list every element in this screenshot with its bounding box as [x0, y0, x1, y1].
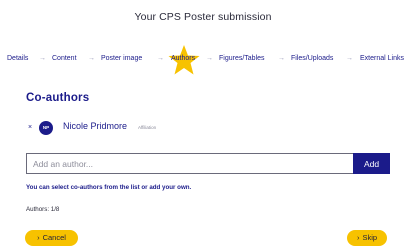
page-title: Your CPS Poster submission [134, 11, 272, 23]
section-title: Co-authors [26, 92, 90, 104]
co-author-hint: You can select co-authors from the list … [26, 184, 192, 191]
avatar: NP [39, 121, 53, 135]
cancel-label: Cancel [42, 233, 66, 242]
cancel-button[interactable]: › Cancel [25, 230, 78, 246]
add-author-button[interactable]: Add [353, 153, 390, 174]
add-author-input[interactable] [33, 157, 351, 171]
skip-label: Skip [362, 233, 378, 242]
chevron-right-icon: › [37, 233, 40, 242]
step-authors[interactable]: Authors [171, 55, 195, 62]
step-arrow-icon: → [346, 55, 353, 62]
step-arrow-icon: → [206, 55, 213, 62]
step-navigation: Details → Content → Poster image → Autho… [0, 49, 406, 69]
skip-button[interactable]: › Skip [347, 230, 387, 246]
step-figures-tables[interactable]: Figures/Tables [219, 55, 265, 62]
author-item: × NP Nicole Pridmore Affiliation [26, 120, 386, 136]
step-arrow-icon: → [39, 55, 46, 62]
close-icon[interactable]: × [26, 123, 34, 133]
author-count: Authors: 1/8 [26, 206, 60, 213]
step-arrow-icon: → [88, 55, 95, 62]
author-affiliation: Affiliation [138, 125, 157, 130]
step-content[interactable]: Content [52, 55, 77, 62]
step-external-links[interactable]: External Links [360, 55, 404, 62]
submission-page: Your CPS Poster submission Details → Con… [0, 0, 406, 247]
author-name: Nicole Pridmore [63, 121, 128, 131]
step-poster-image[interactable]: Poster image [101, 55, 142, 62]
add-author-box: Add [26, 153, 390, 174]
step-arrow-icon: → [157, 55, 164, 62]
chevron-right-icon: › [356, 233, 360, 242]
step-details[interactable]: Details [7, 55, 28, 62]
step-files-uploads[interactable]: Files/Uploads [291, 55, 333, 62]
step-arrow-icon: → [278, 55, 285, 62]
